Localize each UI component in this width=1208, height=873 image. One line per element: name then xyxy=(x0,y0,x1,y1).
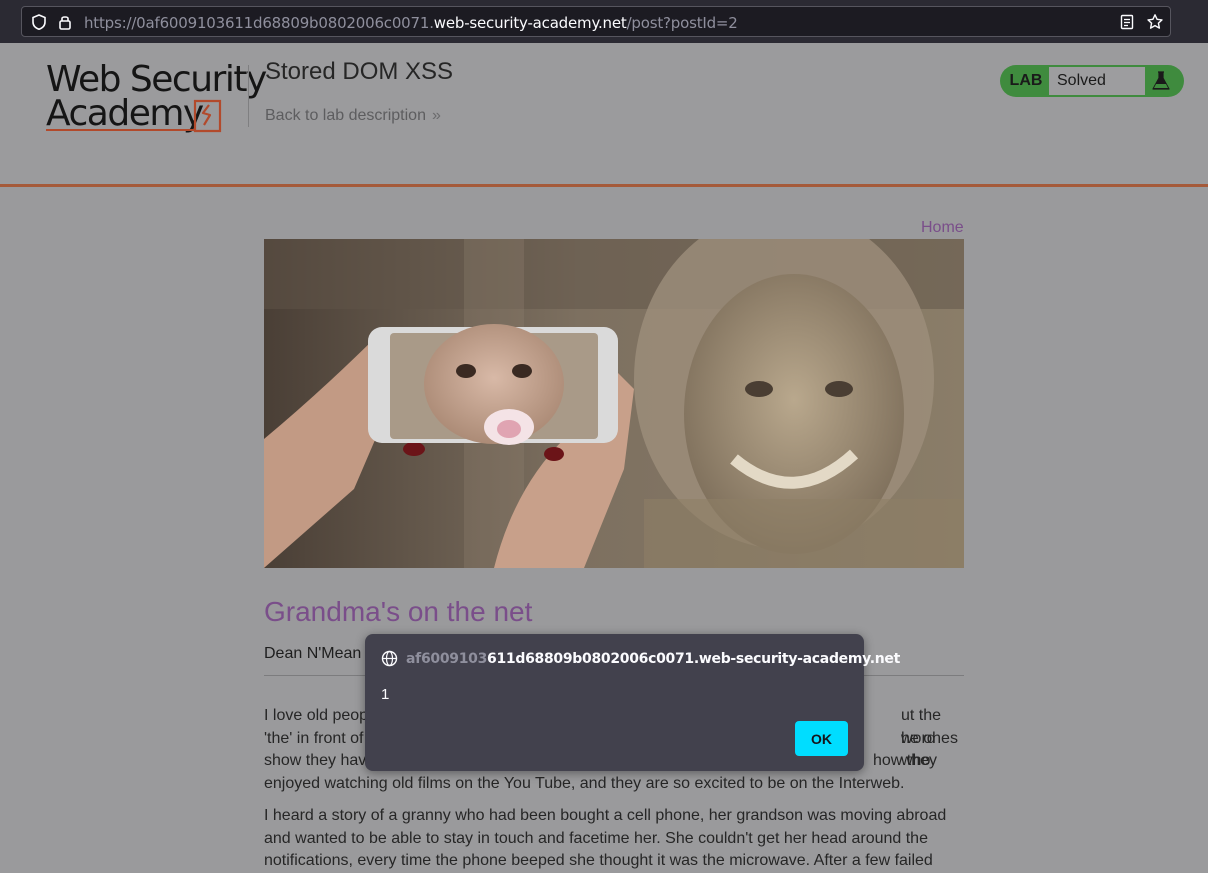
lab-status-badge: LAB Solved xyxy=(1000,65,1184,97)
globe-icon xyxy=(381,650,398,667)
url-text[interactable]: https://0af6009103611d68809b0802006c0071… xyxy=(84,14,738,32)
paragraph-line: and wanted to be able to stay in touch a… xyxy=(264,829,928,847)
logo-line-1: Web Security xyxy=(46,59,267,100)
logo-underline xyxy=(46,129,196,131)
double-chevron-right-icon: » xyxy=(431,107,441,124)
home-link[interactable]: Home xyxy=(921,219,964,237)
lab-title: Stored DOM XSS xyxy=(265,58,454,85)
grandma-video-call-photo xyxy=(264,239,964,568)
browser-toolbar: https://0af6009103611d68809b0802006c0071… xyxy=(0,0,1208,43)
paragraph-line: notifications, every time the phone beep… xyxy=(264,852,933,869)
post-paragraph-2: I heard a story of a granny who had been… xyxy=(264,805,964,873)
shield-icon[interactable] xyxy=(30,13,48,31)
address-bar[interactable]: https://0af6009103611d68809b0802006c0071… xyxy=(21,6,1171,37)
paragraph-line: enjoyed watching old films on the You Tu… xyxy=(264,774,905,792)
web-security-academy-logo[interactable]: Web Security Academy xyxy=(46,59,267,134)
bookmark-star-icon[interactable] xyxy=(1146,13,1164,31)
lab-label: LAB xyxy=(1009,72,1043,89)
ok-button[interactable]: OK xyxy=(795,721,848,756)
paragraph-line: I heard a story of a granny who had been… xyxy=(264,807,947,824)
header-divider xyxy=(248,65,249,127)
logo-line-2: Academy xyxy=(46,93,204,134)
post-hero-image xyxy=(264,239,964,568)
reader-view-icon[interactable] xyxy=(1118,13,1136,31)
post-title: Grandma's on the net xyxy=(264,596,533,627)
alert-dialog: af6009103611d68809b0802006c0071.web-secu… xyxy=(365,634,900,771)
dialog-origin: af6009103611d68809b0802006c0071.web-secu… xyxy=(406,651,900,667)
dialog-message: 1 xyxy=(381,686,390,703)
post-author: Dean N'Mean xyxy=(264,645,362,662)
academy-mark-icon xyxy=(193,99,222,133)
lab-header: Web Security Academy Stored DOM XSS Back… xyxy=(0,43,1208,187)
back-to-lab-description-link[interactable]: Back to lab description » xyxy=(265,107,441,125)
lock-icon[interactable] xyxy=(56,13,74,31)
flask-icon xyxy=(1152,71,1170,90)
lab-status: Solved xyxy=(1049,67,1145,95)
back-link-label: Back to lab description xyxy=(265,107,426,124)
